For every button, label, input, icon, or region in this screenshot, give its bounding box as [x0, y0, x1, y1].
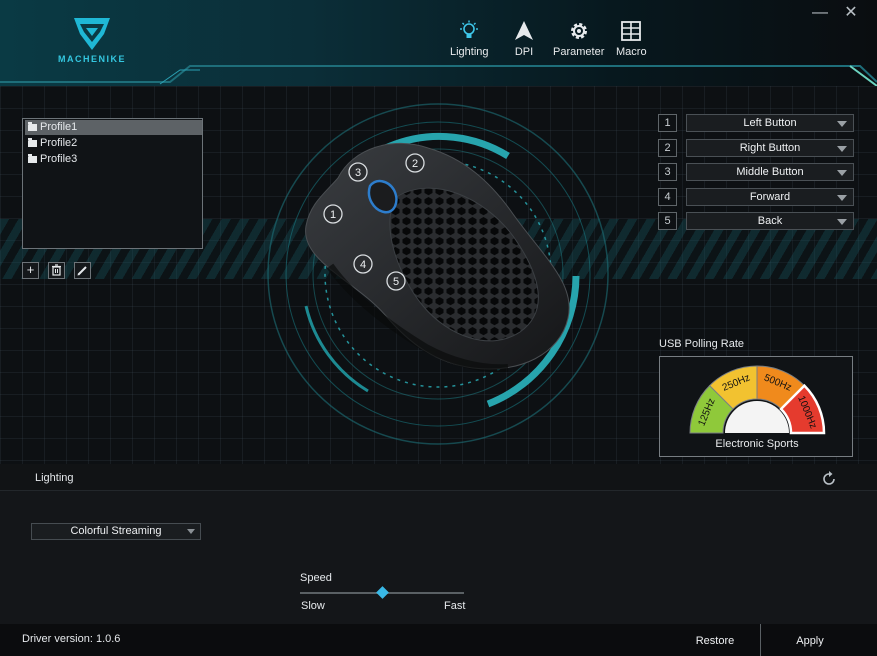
tab-parameter-label: Parameter: [553, 46, 605, 58]
chevron-down-icon: [187, 529, 195, 534]
folder-icon: [28, 122, 37, 131]
lighting-mode-select[interactable]: Colorful Streaming: [31, 523, 201, 540]
profile-item[interactable]: Profile3: [25, 152, 202, 167]
button-row-4: 4 Forward: [658, 188, 854, 206]
speed-slider-thumb[interactable]: [375, 586, 389, 599]
pointer-arrow-icon: [515, 21, 533, 40]
gear-icon: [570, 23, 587, 39]
profile-item[interactable]: Profile1: [25, 120, 202, 135]
lighting-header: Lighting: [0, 464, 877, 491]
button-marker-label: 4: [360, 259, 366, 271]
assignment-label: Left Button: [743, 117, 797, 129]
speed-slow-label: Slow: [301, 600, 325, 612]
button-number: 5: [658, 212, 677, 230]
button-marker-label: 3: [355, 167, 361, 179]
edit-profile-button[interactable]: [74, 262, 91, 279]
trash-icon: [52, 264, 61, 276]
button-marker-label: 1: [330, 209, 336, 221]
chevron-down-icon: [837, 121, 847, 127]
brand-logo: MACHENIKE: [52, 12, 132, 68]
mouse-illustration: 1 2 3 4 5: [267, 103, 609, 445]
button-marker-label: 5: [393, 276, 399, 288]
polling-rate-gauge: 125Hz250Hz 500Hz1000Hz: [689, 365, 826, 435]
chevron-down-icon: [837, 195, 847, 201]
tab-dpi-label: DPI: [514, 46, 534, 58]
chevron-down-icon: [837, 170, 847, 176]
button-row-3: 3 Middle Button: [658, 163, 854, 181]
button-assignment-select[interactable]: Middle Button: [686, 163, 854, 181]
button-number: 2: [658, 139, 677, 157]
tab-lighting[interactable]: Lighting: [450, 20, 489, 58]
lightbulb-icon: [460, 20, 479, 38]
button-row-5: 5 Back: [658, 212, 854, 230]
speed-fast-label: Fast: [444, 600, 466, 612]
minimize-button[interactable]: —: [811, 4, 829, 22]
speed-slider[interactable]: [300, 586, 464, 599]
speed-label: Speed: [300, 572, 332, 584]
chevron-down-icon: [837, 146, 847, 152]
profile-label: Profile1: [40, 121, 78, 133]
brand-name: MACHENIKE: [57, 54, 126, 64]
machenike-logo-icon: [74, 18, 110, 50]
apply-button[interactable]: Apply: [761, 624, 859, 656]
button-number: 1: [658, 114, 677, 132]
profile-label: Profile2: [40, 137, 78, 149]
reset-icon[interactable]: [820, 470, 838, 488]
restore-button[interactable]: Restore: [670, 624, 760, 656]
close-button[interactable]: ✕: [842, 4, 860, 22]
button-row-1: 1 Left Button: [658, 114, 854, 132]
polling-rate-caption: Electronic Sports: [715, 438, 799, 450]
tab-parameter[interactable]: Parameter: [553, 20, 604, 58]
assignment-label: Right Button: [739, 142, 801, 154]
grid-icon: [621, 21, 642, 41]
polling-rate-panel: 125Hz 250Hz 500Hz 1000Hz Electronic Sports: [659, 356, 853, 457]
assignment-label: Middle Button: [736, 166, 804, 178]
footer-bar: Driver version: 1.0.6 Restore Apply: [0, 624, 877, 656]
lighting-panel: Lighting Colorful Streaming Speed Slow F…: [0, 464, 877, 624]
button-number: 3: [658, 163, 677, 181]
folder-icon: [28, 138, 37, 147]
button-assignment-select[interactable]: Forward: [686, 188, 854, 206]
tab-lighting-label: Lighting: [450, 46, 489, 58]
driver-version: Driver version: 1.0.6: [22, 633, 121, 645]
button-assignment-select[interactable]: Left Button: [686, 114, 854, 132]
assignment-label: Back: [757, 215, 783, 227]
lighting-mode-label: Colorful Streaming: [70, 525, 162, 537]
button-marker-label: 2: [412, 158, 418, 170]
chevron-down-icon: [837, 219, 847, 225]
profile-label: Profile3: [40, 153, 78, 165]
tab-macro[interactable]: Macro: [616, 20, 647, 58]
button-row-2: 2 Right Button: [658, 139, 854, 157]
header-bar: MACHENIKE Lighting DPI Parameter Macro —…: [0, 0, 877, 86]
pencil-icon: [77, 266, 87, 276]
lighting-title: Lighting: [35, 472, 74, 484]
delete-profile-button[interactable]: [48, 262, 65, 279]
polling-rate-title: USB Polling Rate: [659, 338, 744, 350]
assignment-label: Forward: [749, 191, 791, 203]
folder-icon: [28, 154, 37, 163]
button-assignment-select[interactable]: Right Button: [686, 139, 854, 157]
plus-icon: +: [26, 262, 35, 277]
mouse-preview: 1 2 3 4 5: [258, 86, 628, 464]
profile-item[interactable]: Profile2: [25, 136, 202, 151]
button-number: 4: [658, 188, 677, 206]
main-panel: Profile1 Profile2 Profile3 + 1 2 3 4 5 1…: [0, 86, 877, 464]
add-profile-button[interactable]: +: [22, 262, 39, 279]
profile-list: Profile1 Profile2 Profile3: [22, 118, 203, 249]
tab-macro-label: Macro: [616, 46, 647, 58]
button-assignment-select[interactable]: Back: [686, 212, 854, 230]
tab-dpi[interactable]: DPI: [513, 20, 535, 58]
